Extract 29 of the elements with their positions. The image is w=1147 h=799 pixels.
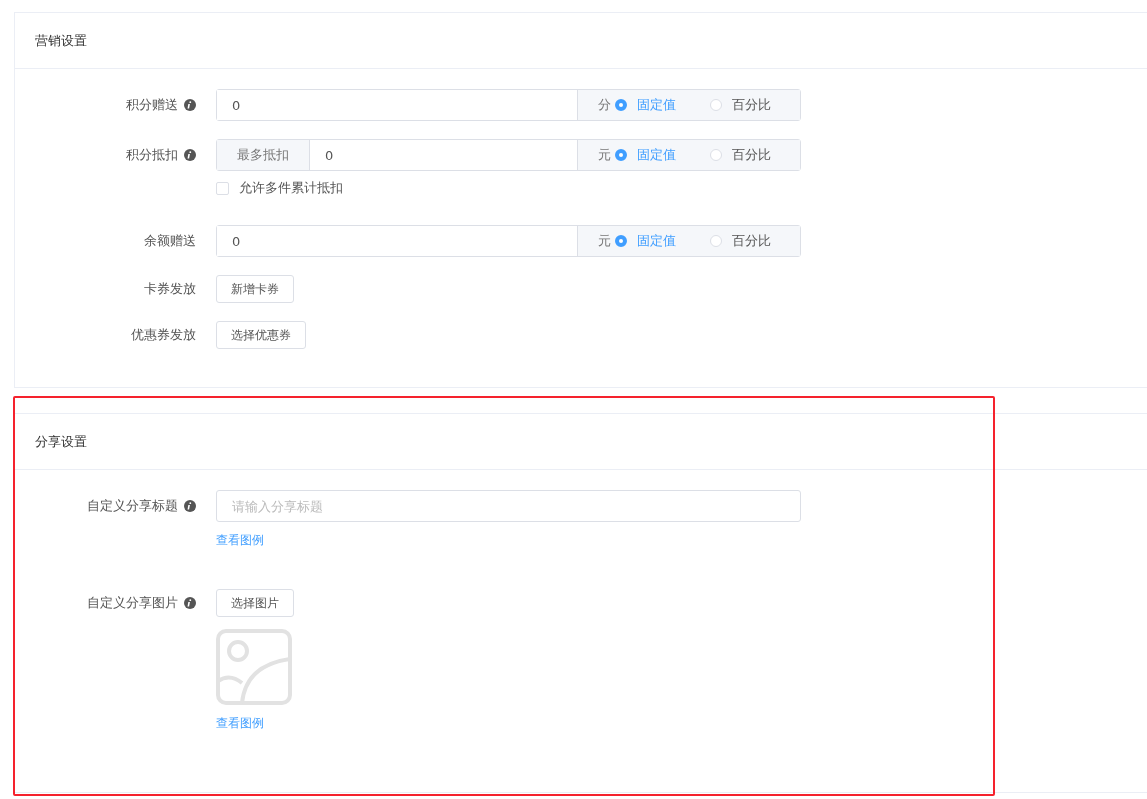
field-label: 余额赠送 <box>144 232 196 250</box>
field-label: 卡券发放 <box>144 280 196 298</box>
field-label: 自定义分享标题 <box>87 497 178 515</box>
section-title: 营销设置 <box>35 31 87 50</box>
info-icon[interactable] <box>184 597 196 609</box>
action-button[interactable]: 新增卡券 <box>216 275 294 303</box>
radio-option[interactable]: 百分比 <box>710 96 771 114</box>
field-label: 优惠券发放 <box>131 326 196 344</box>
checkbox-option[interactable]: 允许多件累计抵扣 <box>216 179 343 197</box>
image-placeholder-icon <box>216 629 292 705</box>
field-label: 自定义分享图片 <box>87 594 178 612</box>
input-group[interactable]: 0 元 固定值 百分比 <box>216 225 801 257</box>
section-title: 分享设置 <box>35 432 87 451</box>
input-group[interactable]: 最多抵扣 0 元 固定值 百分比 <box>216 139 801 171</box>
input-prefix: 最多抵扣 <box>217 140 310 170</box>
select-image-button[interactable]: 选择图片 <box>216 589 294 617</box>
radio-option[interactable]: 百分比 <box>710 232 771 250</box>
unit-label: 元 <box>598 146 611 164</box>
title-input-field[interactable]: 请输入分享标题 <box>216 490 801 522</box>
unit-label: 元 <box>598 232 611 250</box>
info-icon[interactable] <box>184 500 196 512</box>
unit-label: 分 <box>598 96 611 114</box>
field-label: 积分赠送 <box>126 96 178 114</box>
info-icon[interactable] <box>184 99 196 111</box>
radio-option[interactable]: 百分比 <box>710 146 771 164</box>
info-icon[interactable] <box>184 149 196 161</box>
field-label: 积分抵扣 <box>126 146 178 164</box>
input-group[interactable]: 0 分 固定值 百分比 <box>216 89 801 121</box>
action-button[interactable]: 选择优惠券 <box>216 321 306 349</box>
